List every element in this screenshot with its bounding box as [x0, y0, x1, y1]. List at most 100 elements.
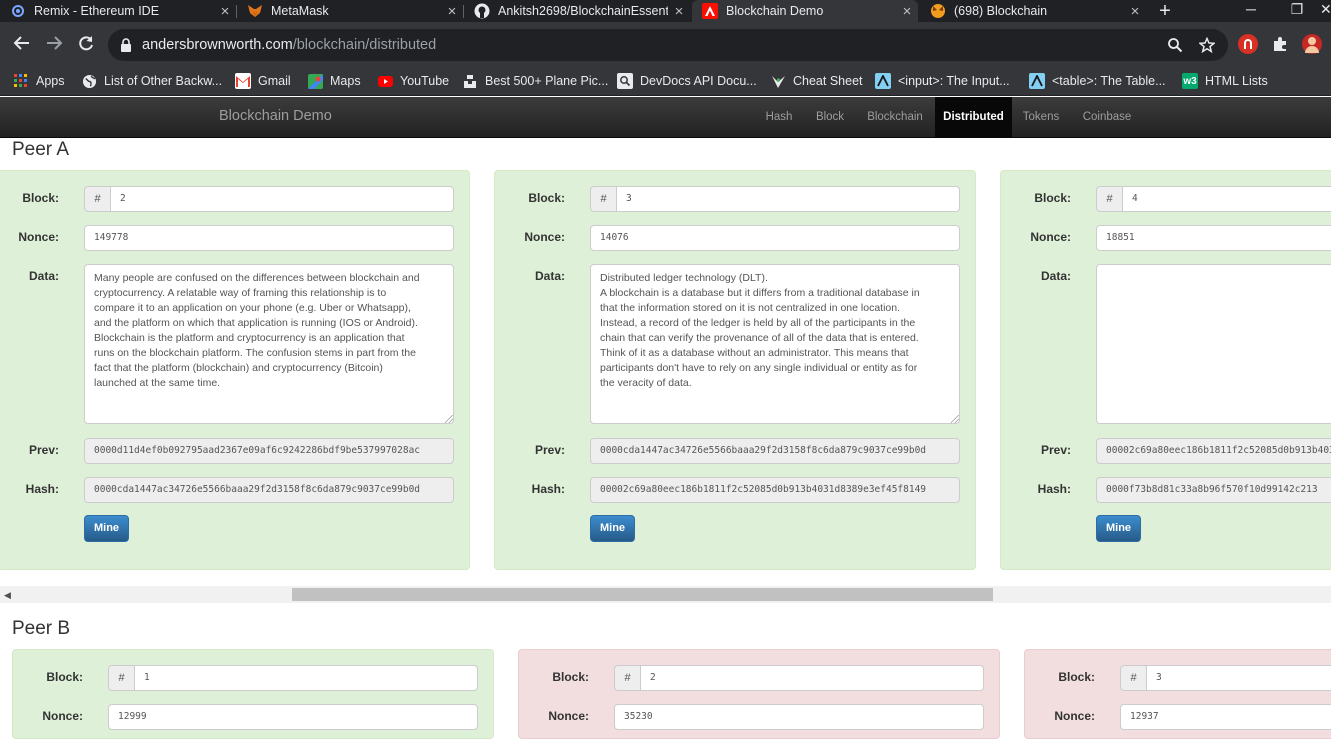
bookmark-label: DevDocs API Docu... [640, 74, 757, 88]
resize-grip-icon[interactable] [445, 415, 453, 423]
nonce-input[interactable]: 12937 [1120, 704, 1331, 730]
tab-title: Blockchain Demo [726, 4, 824, 18]
hash-label: Hash: [1037, 482, 1071, 496]
resize-grip-icon[interactable] [951, 415, 959, 423]
nonce-input[interactable]: 35230 [614, 704, 984, 730]
mine-button[interactable]: Mine [590, 515, 635, 542]
bookmark-label: <input>: The Input... [898, 74, 1010, 88]
bookmark-label: YouTube [400, 74, 450, 88]
minimize-button[interactable]: ─ [1228, 0, 1274, 22]
tab-close-icon[interactable]: × [441, 3, 463, 20]
data-textarea[interactable]: Many people are confused on the differen… [84, 264, 454, 424]
browser-toolbar: andersbrownworth.com/blockchain/distribu… [0, 22, 1331, 66]
tab-close-icon[interactable]: × [896, 3, 918, 20]
bookmark-item[interactable]: Cheat Sheet [770, 70, 863, 92]
tab-title: Remix - Ethereum IDE [34, 4, 160, 18]
browser-tab[interactable]: Ankitsh2698/BlockchainEssentials × [464, 0, 690, 22]
bookmark-item[interactable]: Best 500+ Plane Pic... [462, 70, 608, 92]
scroll-left-arrow-icon[interactable]: ◀ [4, 590, 11, 601]
mdn-icon [875, 73, 891, 89]
lock-icon [120, 38, 132, 57]
nonce-input[interactable]: 18851 [1096, 225, 1331, 251]
block-card: Block: # 2 Nonce: 149778 Data: Many peop… [0, 170, 470, 570]
nav-distributed[interactable]: Distributed [935, 97, 1012, 137]
w3schools-icon: w3 [1182, 73, 1198, 89]
profile-avatar[interactable] [1302, 34, 1322, 54]
url-text[interactable]: andersbrownworth.com/blockchain/distribu… [142, 37, 436, 53]
bookmark-item[interactable]: Maps [307, 70, 361, 92]
block-number-input[interactable]: 3 [617, 186, 960, 212]
hash-addon: # [108, 665, 135, 691]
url-path: /blockchain/distributed [292, 37, 437, 53]
data-textarea[interactable] [1096, 264, 1331, 424]
arrow-left-icon [13, 36, 29, 50]
bookmark-item[interactable]: DevDocs API Docu... [617, 70, 757, 92]
maximize-button[interactable]: ❐ [1274, 0, 1320, 22]
nav-coinbase[interactable]: Coinbase [1072, 97, 1142, 137]
block-label: Block: [528, 191, 565, 205]
nonce-label: Nonce: [1030, 230, 1071, 244]
mine-button[interactable]: Mine [1096, 515, 1141, 542]
hash-field: 00002c69a80eec186b1811f2c52085d0b913b403… [590, 477, 960, 503]
hash-addon: # [1120, 665, 1147, 691]
metamask-fox-icon [247, 3, 263, 19]
bookmark-label: Apps [36, 74, 65, 88]
nav-blockchain[interactable]: Blockchain [858, 97, 932, 137]
horizontal-scrollbar[interactable]: ◀ [0, 586, 1331, 603]
bookmark-item[interactable]: YouTube [377, 70, 449, 92]
block-number-input[interactable]: 1 [135, 665, 478, 691]
block-card: Block: # 3 Nonce: 14076 Data: Distribute… [494, 170, 976, 570]
address-bar[interactable]: andersbrownworth.com/blockchain/distribu… [108, 29, 1228, 61]
fox-icon [930, 3, 946, 19]
back-button[interactable] [11, 34, 33, 56]
nav-hash[interactable]: Hash [756, 97, 802, 137]
scrollbar-thumb[interactable] [292, 588, 993, 601]
block-number-input[interactable]: 4 [1123, 186, 1331, 212]
nav-tokens[interactable]: Tokens [1014, 97, 1068, 137]
zoom-icon[interactable] [1166, 37, 1184, 55]
nav-block[interactable]: Block [806, 97, 854, 137]
data-textarea[interactable]: Distributed ledger technology (DLT). A b… [590, 264, 960, 424]
block-label: Block: [46, 670, 83, 684]
bookmark-item[interactable]: Apps [13, 70, 65, 92]
prev-label: Prev: [534, 443, 565, 457]
bookmark-label: List of Other Backw... [104, 74, 223, 88]
bookmark-item[interactable]: Gmail [235, 70, 291, 92]
bookmark-item[interactable]: <table>: The Table... [1029, 70, 1166, 92]
block-number-input[interactable]: 2 [111, 186, 454, 212]
adobe-a-icon [702, 3, 718, 19]
tab-close-icon[interactable]: × [214, 3, 236, 20]
bookmark-item[interactable]: <input>: The Input... [875, 70, 1010, 92]
browser-tab[interactable]: Remix - Ethereum IDE × [0, 0, 236, 22]
tab-close-icon[interactable]: × [1124, 3, 1146, 20]
bookmark-star-icon[interactable] [1198, 36, 1216, 55]
extension-icon[interactable] [1238, 34, 1258, 54]
nonce-input[interactable]: 149778 [84, 225, 454, 251]
hash-label: Hash: [531, 482, 565, 496]
browser-tab[interactable]: (698) Blockchain × [920, 0, 1146, 22]
nonce-input[interactable]: 14076 [590, 225, 960, 251]
tab-close-icon[interactable]: × [668, 3, 690, 20]
browser-tab[interactable]: MetaMask × [237, 0, 463, 22]
block-number-input[interactable]: 3 [1147, 665, 1331, 691]
bookmarks-bar: Apps List of Other Backw... Gmail Maps Y… [0, 66, 1331, 96]
reload-button[interactable] [75, 34, 97, 56]
block-number-input[interactable]: 2 [641, 665, 984, 691]
bookmark-label: Best 500+ Plane Pic... [485, 74, 609, 88]
peer-title: Peer B [12, 618, 71, 639]
mine-button[interactable]: Mine [84, 515, 129, 542]
bookmark-item[interactable]: w3 HTML Lists [1182, 70, 1268, 92]
hash-addon: # [614, 665, 641, 691]
new-tab-button[interactable]: + [1154, 0, 1176, 22]
forward-button[interactable] [43, 34, 65, 56]
browser-tab-active[interactable]: Blockchain Demo × [692, 0, 918, 22]
bookmark-item[interactable]: List of Other Backw... [81, 70, 222, 92]
block-card: Block: # 4 Nonce: 18851 Data: Prev: 0000… [1000, 170, 1331, 570]
hash-label: Hash: [25, 482, 59, 496]
close-window-button[interactable]: ✕ [1320, 0, 1331, 22]
extensions-puzzle-icon[interactable] [1270, 34, 1290, 54]
cheat-sheet-icon [770, 73, 786, 89]
nonce-input[interactable]: 12999 [108, 704, 478, 730]
site-brand[interactable]: Blockchain Demo [219, 108, 332, 124]
block-card: Block: # 1 Nonce: 12999 [12, 649, 494, 739]
